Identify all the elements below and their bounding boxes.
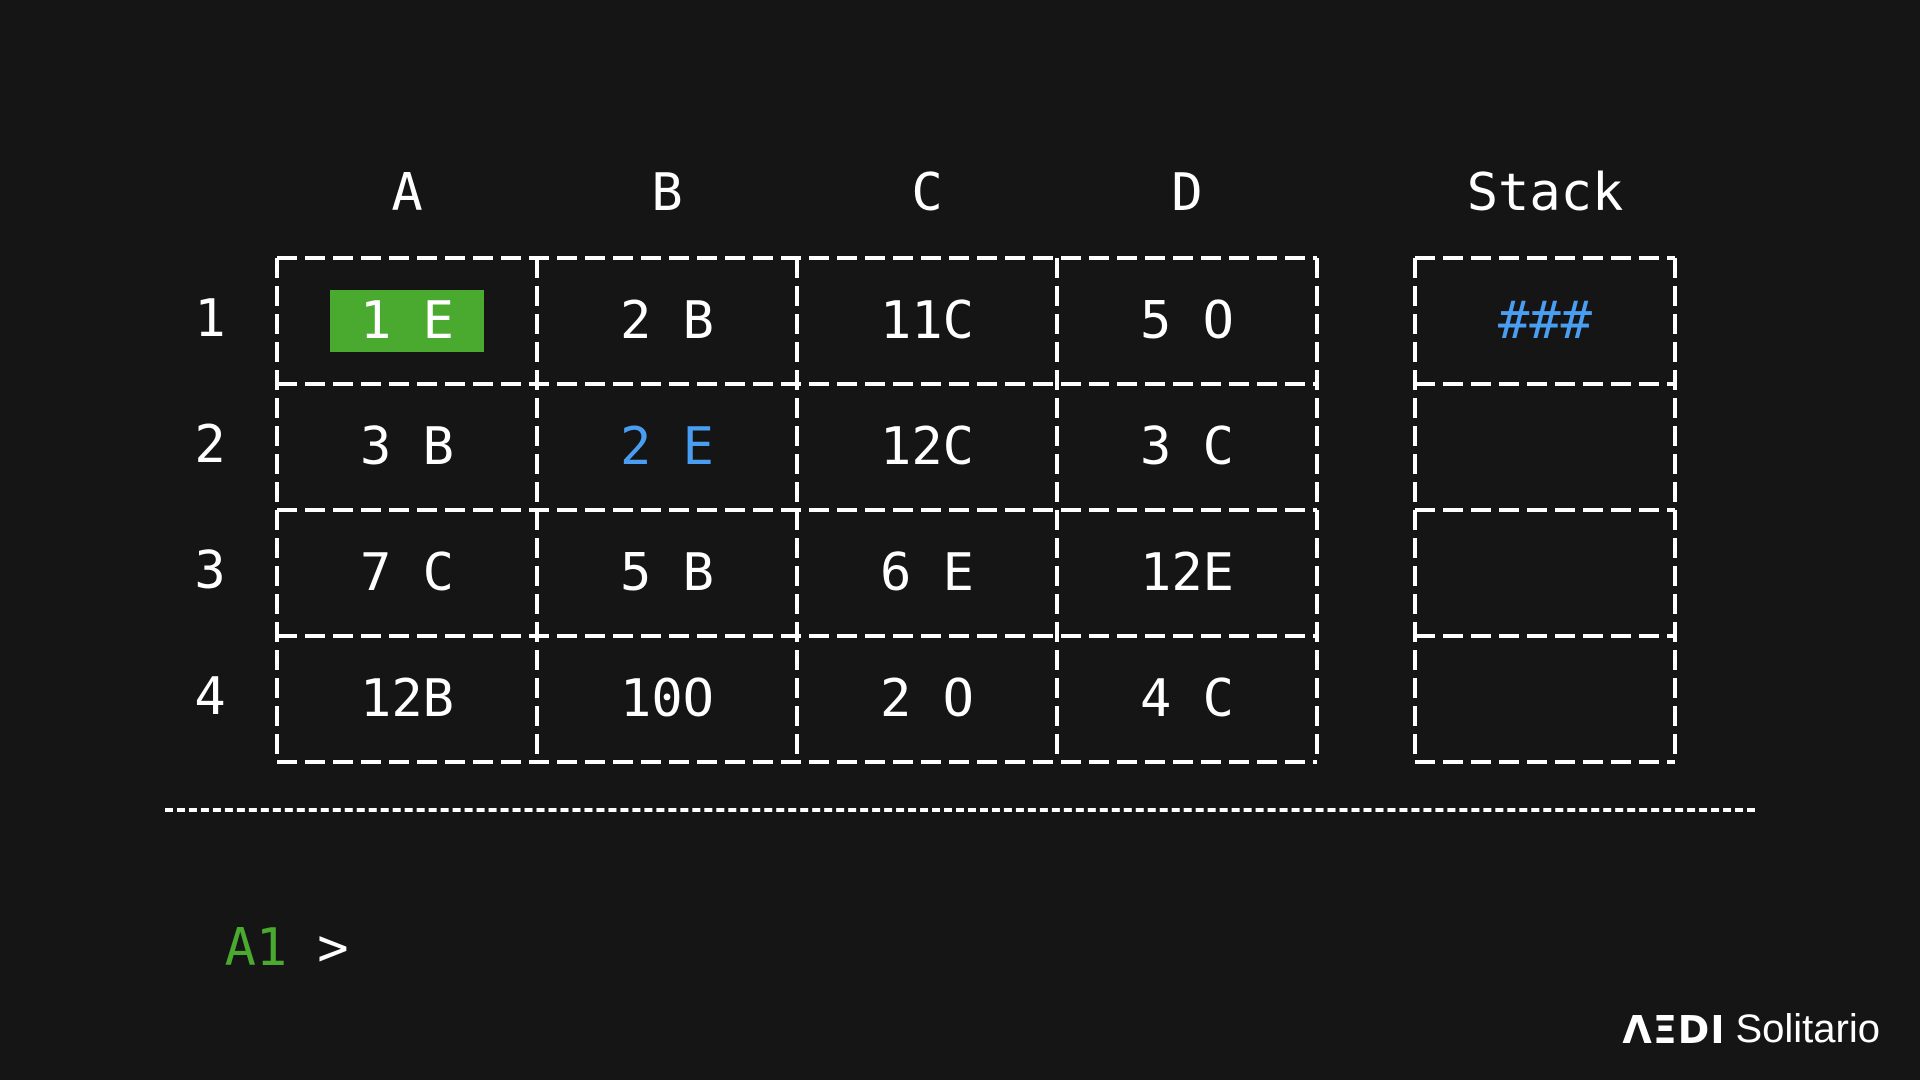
cell-c1[interactable]: 11C — [797, 258, 1057, 384]
cell-a2[interactable]: 3 B — [277, 384, 537, 510]
brand-logo: ΛΞDI — [1622, 1007, 1726, 1052]
column-header-c: C — [911, 163, 943, 223]
cell-b4-value: 10O — [620, 669, 714, 729]
cell-d2-value: 3 C — [1140, 417, 1234, 477]
row-header-2: 2 — [194, 415, 226, 475]
cell-d4[interactable]: 4 C — [1057, 636, 1317, 762]
column-header-d: D — [1171, 163, 1203, 223]
cell-b3-value: 5 B — [620, 543, 714, 603]
row-header-3: 3 — [194, 541, 226, 601]
cell-d3[interactable]: 12E — [1057, 510, 1317, 636]
cell-a3[interactable]: 7 C — [277, 510, 537, 636]
cell-a4[interactable]: 12B — [277, 636, 537, 762]
cell-c3[interactable]: 6 E — [797, 510, 1057, 636]
cell-d3-value: 12E — [1140, 543, 1234, 603]
app-name: Solitario — [1735, 1007, 1880, 1051]
cell-c3-value: 6 E — [880, 543, 974, 603]
cell-d4-value: 4 C — [1140, 669, 1234, 729]
column-header-a: A — [391, 163, 423, 223]
cell-c2-value: 12C — [880, 417, 974, 477]
cell-d2[interactable]: 3 C — [1057, 384, 1317, 510]
cell-b2[interactable]: 2 E — [537, 384, 797, 510]
cell-b2-value: 2 E — [620, 417, 714, 477]
cell-a3-value: 7 C — [360, 543, 454, 603]
cell-a1-value: 1 E — [330, 290, 484, 352]
stack-slot-1-value: ### — [1498, 291, 1592, 351]
stack-slot-1[interactable]: ### — [1415, 258, 1675, 384]
cell-b1-value: 2 B — [620, 291, 714, 351]
cell-d1-value: 5 O — [1140, 291, 1234, 351]
cell-c1-value: 11C — [880, 291, 974, 351]
cell-b4[interactable]: 10O — [537, 636, 797, 762]
cell-c2[interactable]: 12C — [797, 384, 1057, 510]
branding: ΛΞDI Solitario — [1622, 1007, 1880, 1052]
row-header-4: 4 — [194, 667, 226, 727]
row-header-1: 1 — [194, 289, 226, 349]
cell-b3[interactable]: 5 B — [537, 510, 797, 636]
stack-slot-3[interactable] — [1415, 510, 1675, 636]
cell-b1[interactable]: 2 B — [537, 258, 797, 384]
stack-slot-2[interactable] — [1415, 384, 1675, 510]
cell-c4[interactable]: 2 O — [797, 636, 1057, 762]
command-prompt[interactable]: A1 > — [162, 855, 349, 979]
cell-d1[interactable]: 5 O — [1057, 258, 1317, 384]
cell-a2-value: 3 B — [360, 417, 454, 477]
cell-a1[interactable]: 1 E — [277, 258, 537, 384]
separator-line — [165, 808, 1755, 812]
prompt-location: A1 — [224, 918, 288, 978]
cell-c4-value: 2 O — [880, 669, 974, 729]
cell-a4-value: 12B — [360, 669, 454, 729]
column-header-b: B — [651, 163, 683, 223]
stack-header: Stack — [1466, 163, 1624, 223]
prompt-symbol: > — [317, 918, 349, 978]
stack-slot-4[interactable] — [1415, 636, 1675, 762]
